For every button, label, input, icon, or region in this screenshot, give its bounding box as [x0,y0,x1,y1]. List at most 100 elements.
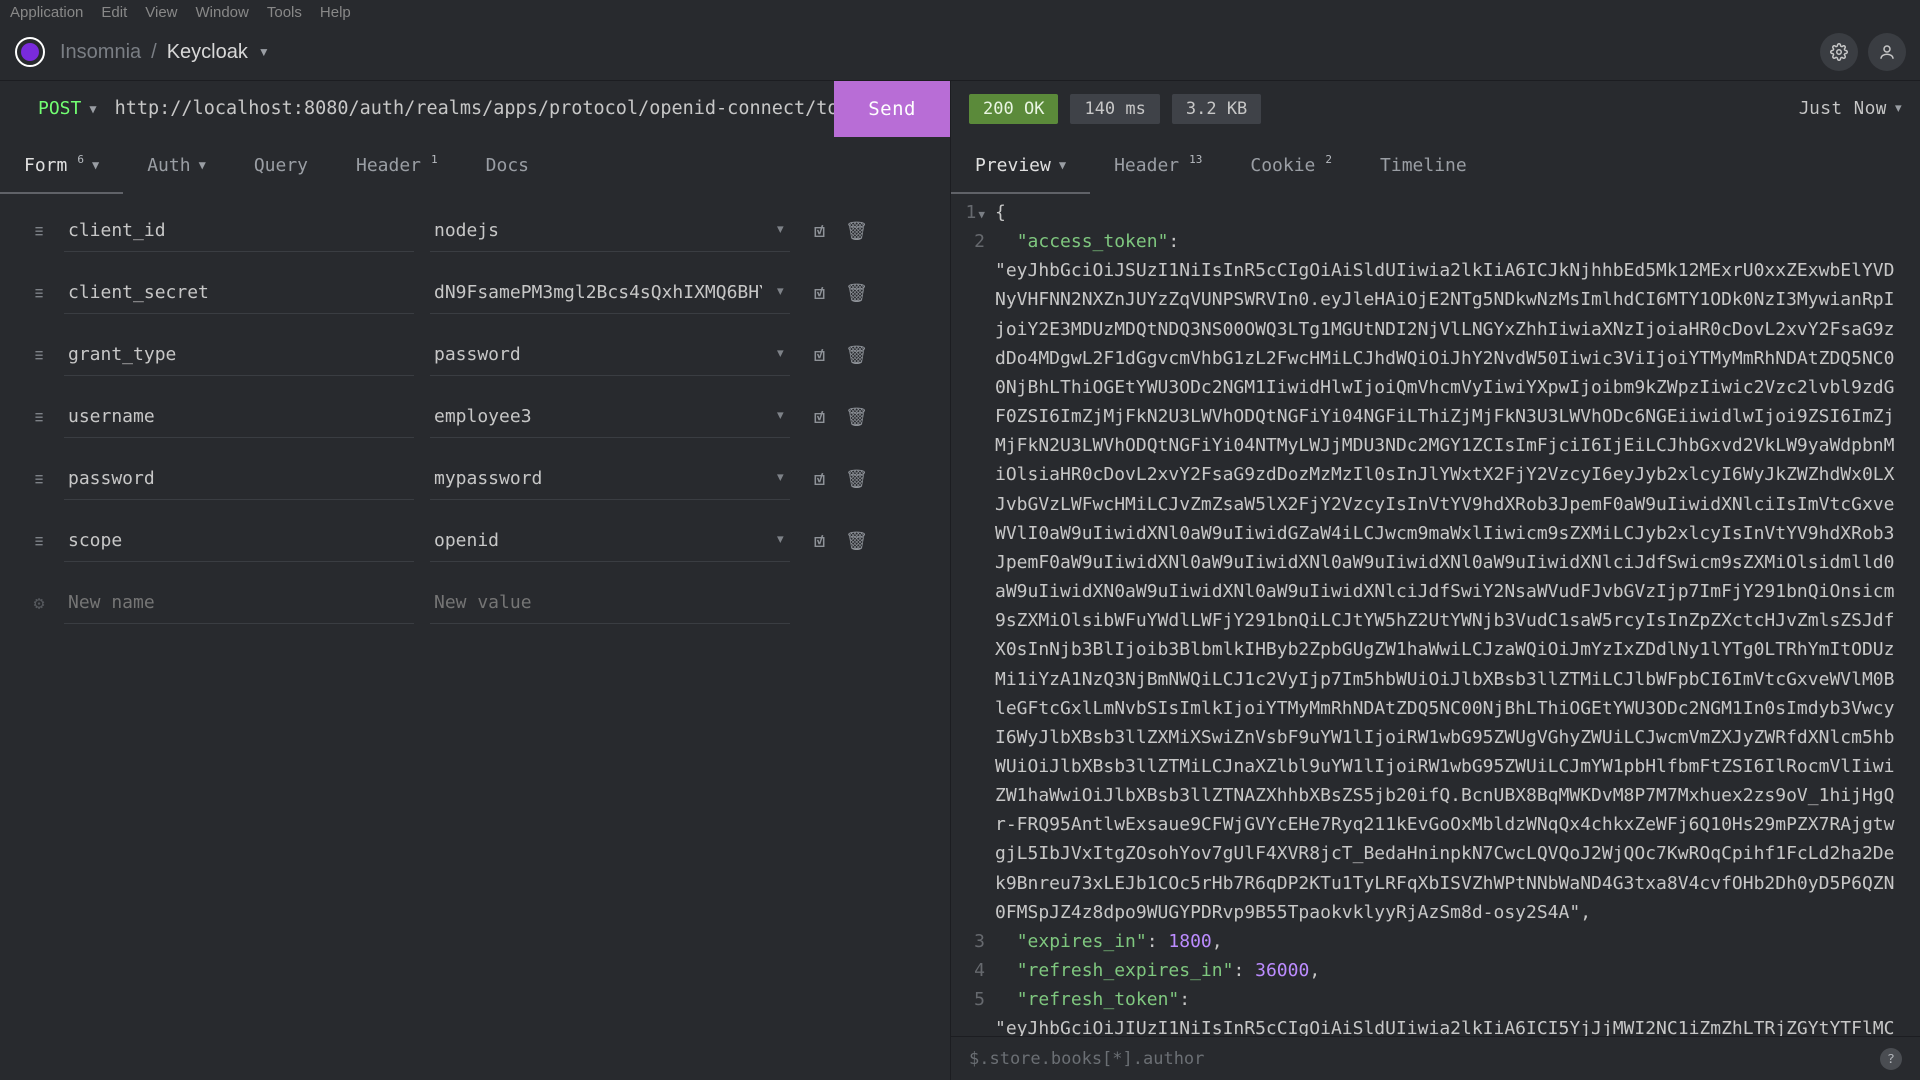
code-line: 2 "access_token": [951,227,1902,256]
tab-preview-label: Preview [975,155,1051,176]
http-method-label: POST [38,98,81,119]
menu-application[interactable]: Application [10,4,83,21]
menu-edit[interactable]: Edit [101,4,127,21]
form-key-input[interactable] [64,210,414,252]
settings-button[interactable] [1820,33,1858,71]
drag-handle-icon[interactable]: ≡ [30,344,48,367]
form-value-input[interactable] [430,272,790,314]
drag-handle-icon[interactable]: ≡ [30,468,48,491]
delete-row-icon[interactable]: 🗑 [845,344,868,367]
delete-row-icon[interactable]: 🗑 [845,282,868,305]
response-filter-input[interactable] [969,1049,1866,1069]
breadcrumb-request[interactable]: Keycloak [167,41,248,64]
tab-cookie-badge: 2 [1325,153,1332,166]
http-method-selector[interactable]: POST ▼ [0,98,115,119]
code-content: "refresh_expires_in": 36000, [995,956,1902,985]
menu-window[interactable]: Window [196,4,249,21]
form-value-input[interactable] [430,458,790,500]
tab-timeline[interactable]: Timeline [1356,136,1491,194]
form-value-input[interactable] [430,520,790,562]
toggle-enabled-icon[interactable]: ☑ [814,344,825,367]
tab-resp-header-label: Header [1114,155,1179,176]
request-pane: POST ▼ Send Form 6 ▼ Auth ▼ Query Header… [0,80,950,1080]
tab-preview[interactable]: Preview ▼ [951,136,1090,194]
code-content: "eyJhbGciOiJIUzI1NiIsInR5cCIgOiAiSldUIiw… [995,1014,1902,1036]
code-line: 1▼{ [951,198,1902,227]
chevron-down-icon: ▼ [92,158,99,172]
delete-row-icon[interactable]: 🗑 [845,530,868,553]
delete-row-icon[interactable]: 🗑 [845,468,868,491]
tab-query[interactable]: Query [230,136,332,194]
tab-auth-label: Auth [147,155,190,176]
toggle-enabled-icon[interactable]: ☑ [814,530,825,553]
breadcrumb-separator: / [151,41,157,64]
chevron-down-icon[interactable]: ▼ [777,408,784,423]
fold-caret-icon[interactable]: ▼ [978,208,985,221]
status-text: OK [1024,99,1044,119]
line-number: 2 [951,227,995,256]
tab-auth[interactable]: Auth ▼ [123,136,230,194]
toggle-enabled-icon[interactable]: ☑ [814,282,825,305]
status-row: 200 OK 140 ms 3.2 KB Just Now ▼ [951,80,1920,136]
form-key-input[interactable] [64,458,414,500]
url-input[interactable] [115,98,835,119]
drag-handle-icon[interactable]: ≡ [30,530,48,553]
menu-help[interactable]: Help [320,4,351,21]
form-key-input[interactable] [64,272,414,314]
tab-timeline-label: Timeline [1380,155,1467,176]
toggle-enabled-icon[interactable]: ☑ [814,406,825,429]
gear-icon[interactable]: ⚙ [30,592,48,615]
account-button[interactable] [1868,33,1906,71]
delete-row-icon[interactable]: 🗑 [845,220,868,243]
chevron-down-icon[interactable]: ▼ [777,532,784,547]
help-icon[interactable]: ? [1880,1048,1902,1070]
menu-view[interactable]: View [145,4,177,21]
form-row: ≡ ▼ ☑ 🗑 [30,262,920,324]
time-chip: 140 ms [1070,94,1159,124]
chevron-down-icon[interactable]: ▼ [777,346,784,361]
chevron-down-icon[interactable]: ▼ [258,45,270,59]
response-filter-bar: ? [951,1036,1920,1080]
size-chip: 3.2 KB [1172,94,1261,124]
chevron-down-icon[interactable]: ▼ [777,284,784,299]
code-content: "eyJhbGciOiJSUzI1NiIsInR5cCIgOiAiSldUIiw… [995,256,1902,927]
code-line: "eyJhbGciOiJIUzI1NiIsInR5cCIgOiAiSldUIiw… [951,1014,1902,1036]
form-key-input[interactable] [64,582,414,624]
code-line: 3 "expires_in": 1800, [951,927,1902,956]
drag-handle-icon[interactable]: ≡ [30,220,48,243]
tab-docs[interactable]: Docs [462,136,553,194]
toggle-enabled-icon[interactable]: ☑ [814,220,825,243]
tab-form[interactable]: Form 6 ▼ [0,136,123,194]
drag-handle-icon[interactable]: ≡ [30,282,48,305]
line-number: 4 [951,956,995,985]
chevron-down-icon[interactable]: ▼ [777,222,784,237]
send-button[interactable]: Send [834,81,950,137]
code-content: "refresh_token": [995,985,1902,1014]
tab-resp-header[interactable]: Header 13 [1090,136,1226,194]
toggle-enabled-icon[interactable]: ☑ [814,468,825,491]
delete-row-icon[interactable]: 🗑 [845,406,868,429]
form-value-input[interactable] [430,396,790,438]
breadcrumb-project[interactable]: Insomnia [60,41,141,64]
form-value-input[interactable] [430,210,790,252]
breadcrumb[interactable]: Insomnia / Keycloak ▼ [60,41,270,64]
status-chip: 200 OK [969,94,1058,124]
form-key-input[interactable] [64,334,414,376]
app-header: Insomnia / Keycloak ▼ [0,24,1920,80]
response-tabs: Preview ▼ Header 13 Cookie 2 Timeline [951,136,1920,194]
chevron-down-icon[interactable]: ▼ [777,470,784,485]
response-history-dropdown[interactable]: Just Now ▼ [1798,97,1902,120]
form-value-input[interactable] [430,582,790,624]
code-content: { [995,198,1902,227]
menu-tools[interactable]: Tools [267,4,302,21]
response-timestamp: Just Now [1798,97,1887,120]
form-key-input[interactable] [64,396,414,438]
form-row: ≡ ▼ ☑ 🗑 [30,510,920,572]
response-body-viewer[interactable]: 1▼{2 "access_token":"eyJhbGciOiJSUzI1NiI… [951,194,1920,1036]
drag-handle-icon[interactable]: ≡ [30,406,48,429]
line-number: 5 [951,985,995,1014]
form-key-input[interactable] [64,520,414,562]
form-value-input[interactable] [430,334,790,376]
tab-header[interactable]: Header 1 [332,136,462,194]
tab-cookie[interactable]: Cookie 2 [1226,136,1356,194]
